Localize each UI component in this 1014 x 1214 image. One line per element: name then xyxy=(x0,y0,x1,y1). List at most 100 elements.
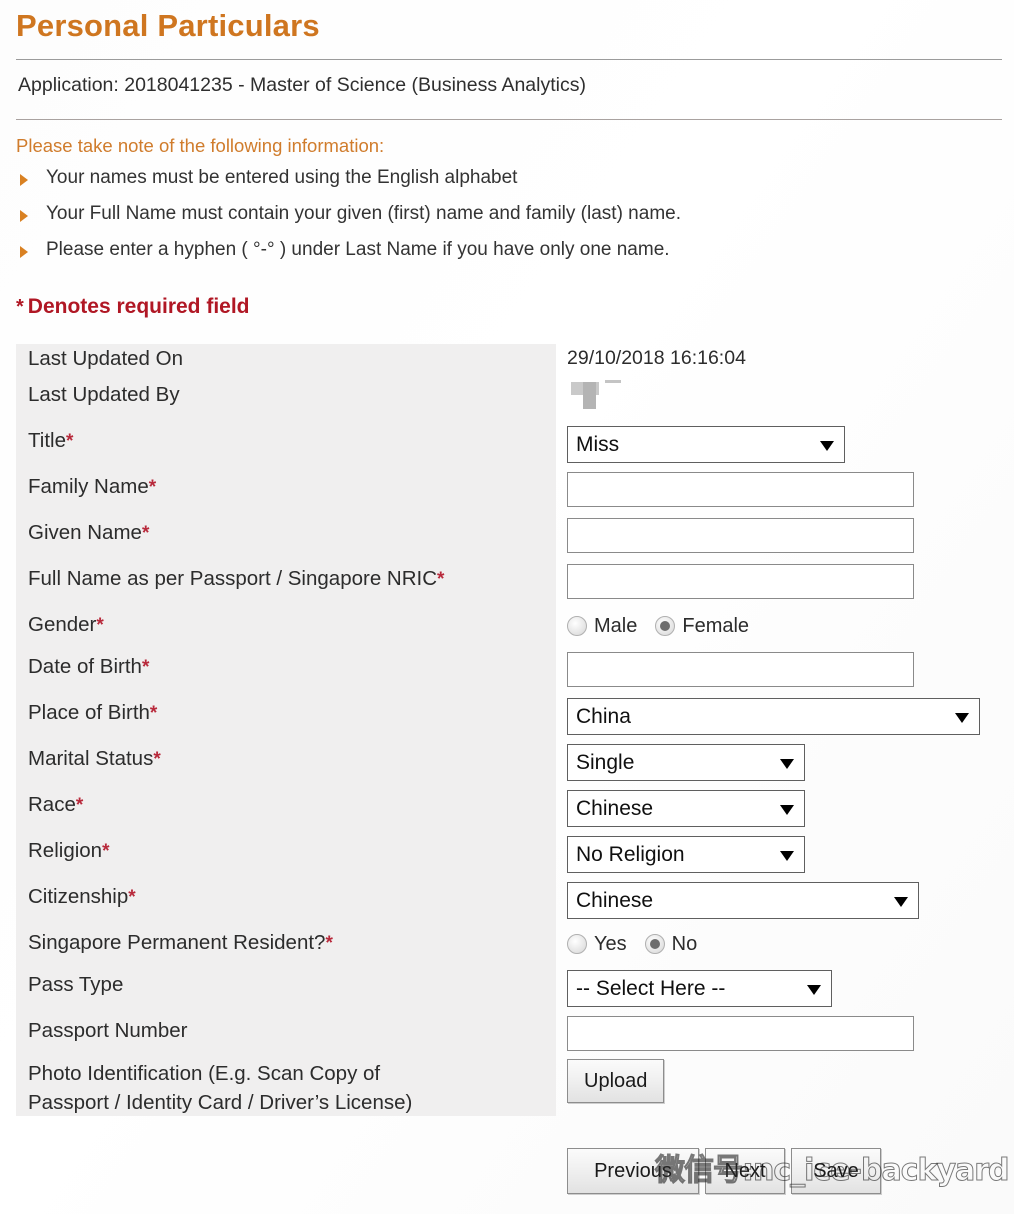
form-action-buttons: Previous Next Save xyxy=(567,1148,881,1194)
bullet-triangle-icon xyxy=(20,246,28,258)
row-race: Race* Chinese xyxy=(16,790,996,836)
row-given-name: Given Name* xyxy=(16,518,996,564)
application-line: Application: 2018041235 - Master of Scie… xyxy=(0,60,1014,108)
required-asterisk-icon: * xyxy=(16,296,24,318)
previous-button[interactable]: Previous xyxy=(567,1148,699,1194)
label-last-updated-on: Last Updated On xyxy=(28,344,183,374)
gender-male-radio[interactable] xyxy=(567,616,587,636)
place-of-birth-value: China xyxy=(576,705,631,728)
bullet-triangle-icon xyxy=(20,210,28,222)
list-item: Your names must be entered using the Eng… xyxy=(0,164,1014,192)
label-full-name: Full Name as per Passport / Singapore NR… xyxy=(28,564,444,595)
personal-particulars-page: Personal Particulars Application: 201804… xyxy=(0,0,1014,1214)
photo-id-label-line2: Passport / Identity Card / Driver’s Lice… xyxy=(28,1091,412,1114)
label-title: Title* xyxy=(28,426,73,457)
place-of-birth-wrap: China xyxy=(567,698,980,735)
title-select[interactable]: Miss xyxy=(567,426,845,463)
required-note-text: Denotes required field xyxy=(28,295,250,318)
family-name-input[interactable] xyxy=(567,472,914,507)
full-name-wrap xyxy=(567,564,914,599)
gender-male-label: Male xyxy=(594,615,637,638)
note-text: Please enter a hyphen ( °-° ) under Last… xyxy=(46,239,670,260)
row-citizenship: Citizenship* Chinese xyxy=(16,882,996,928)
note-text: Your names must be entered using the Eng… xyxy=(46,167,517,188)
required-asterisk-icon: * xyxy=(150,703,157,724)
religion-select[interactable]: No Religion xyxy=(567,836,805,873)
notes-intro: Please take note of the following inform… xyxy=(0,120,1014,158)
list-item: Your Full Name must contain your given (… xyxy=(0,200,1014,228)
list-item: Please enter a hyphen ( °-° ) under Last… xyxy=(0,236,1014,264)
label-given-name: Given Name* xyxy=(28,518,149,549)
required-asterisk-icon: * xyxy=(142,523,149,544)
required-asterisk-icon: * xyxy=(153,749,160,770)
required-asterisk-icon: * xyxy=(76,795,83,816)
race-wrap: Chinese xyxy=(567,790,805,827)
citizenship-wrap: Chinese xyxy=(567,882,919,919)
pr-no-radio[interactable] xyxy=(645,934,665,954)
chevron-down-icon xyxy=(780,805,794,815)
value-last-updated-on: 29/10/2018 16:16:04 xyxy=(567,344,746,372)
label-date-of-birth: Date of Birth* xyxy=(28,652,149,683)
chevron-down-icon xyxy=(780,851,794,861)
row-singapore-pr: Singapore Permanent Resident?* Yes No xyxy=(16,928,996,974)
label-religion: Religion* xyxy=(28,836,109,867)
label-family-name: Family Name* xyxy=(28,472,156,503)
citizenship-select[interactable]: Chinese xyxy=(567,882,919,919)
photo-id-label-line1: Photo Identification (E.g. Scan Copy of xyxy=(28,1062,380,1085)
required-field-note: *Denotes required field xyxy=(0,272,1014,322)
family-name-wrap xyxy=(567,472,914,507)
label-singapore-pr: Singapore Permanent Resident?* xyxy=(28,928,333,959)
row-last-updated-by: Last Updated By xyxy=(16,380,996,426)
row-date-of-birth: Date of Birth* xyxy=(16,652,996,698)
label-place-of-birth: Place of Birth* xyxy=(28,698,157,729)
gender-female-radio[interactable] xyxy=(655,616,675,636)
upload-button[interactable]: Upload xyxy=(567,1059,664,1103)
singapore-pr-radio-group: Yes No xyxy=(567,928,715,960)
pass-type-value: -- Select Here -- xyxy=(576,977,725,1000)
row-family-name: Family Name* xyxy=(16,472,996,518)
page-title: Personal Particulars xyxy=(0,0,1014,48)
chevron-down-icon xyxy=(820,441,834,451)
place-of-birth-select[interactable]: China xyxy=(567,698,980,735)
pass-type-select[interactable]: -- Select Here -- xyxy=(567,970,832,1007)
required-asterisk-icon: * xyxy=(128,887,135,908)
required-asterisk-icon: * xyxy=(66,431,73,452)
given-name-input[interactable] xyxy=(567,518,914,553)
upload-wrap: Upload xyxy=(567,1059,664,1103)
required-asterisk-icon: * xyxy=(142,657,149,678)
row-marital-status: Marital Status* Single xyxy=(16,744,996,790)
date-of-birth-wrap xyxy=(567,652,914,687)
label-race: Race* xyxy=(28,790,83,821)
chevron-down-icon xyxy=(955,713,969,723)
pr-yes-radio[interactable] xyxy=(567,934,587,954)
personal-particulars-form: Last Updated On 29/10/2018 16:16:04 Last… xyxy=(0,344,1014,1119)
race-value: Chinese xyxy=(576,797,653,820)
citizenship-value: Chinese xyxy=(576,889,653,912)
bullet-triangle-icon xyxy=(20,174,28,186)
label-gender: Gender* xyxy=(28,610,104,641)
passport-number-input[interactable] xyxy=(567,1016,914,1051)
row-gender: Gender* Male Female xyxy=(16,610,996,656)
label-marital-status: Marital Status* xyxy=(28,744,161,775)
pr-yes-label: Yes xyxy=(594,933,627,956)
notes-list: Your names must be entered using the Eng… xyxy=(0,164,1014,264)
marital-status-value: Single xyxy=(576,751,634,774)
next-button[interactable]: Next xyxy=(705,1148,785,1194)
required-asterisk-icon: * xyxy=(325,933,332,954)
required-asterisk-icon: * xyxy=(102,841,109,862)
pr-no-label: No xyxy=(672,933,698,956)
religion-value: No Religion xyxy=(576,843,685,866)
label-citizenship: Citizenship* xyxy=(28,882,136,913)
religion-wrap: No Religion xyxy=(567,836,805,873)
gender-female-label: Female xyxy=(682,615,749,638)
required-asterisk-icon: * xyxy=(437,569,444,590)
race-select[interactable]: Chinese xyxy=(567,790,805,827)
row-full-name: Full Name as per Passport / Singapore NR… xyxy=(16,564,996,610)
marital-status-select[interactable]: Single xyxy=(567,744,805,781)
label-last-updated-by: Last Updated By xyxy=(28,380,180,410)
gender-radio-group: Male Female xyxy=(567,610,767,642)
passport-number-wrap xyxy=(567,1016,914,1051)
date-of-birth-input[interactable] xyxy=(567,652,914,687)
full-name-input[interactable] xyxy=(567,564,914,599)
save-button[interactable]: Save xyxy=(791,1148,881,1194)
